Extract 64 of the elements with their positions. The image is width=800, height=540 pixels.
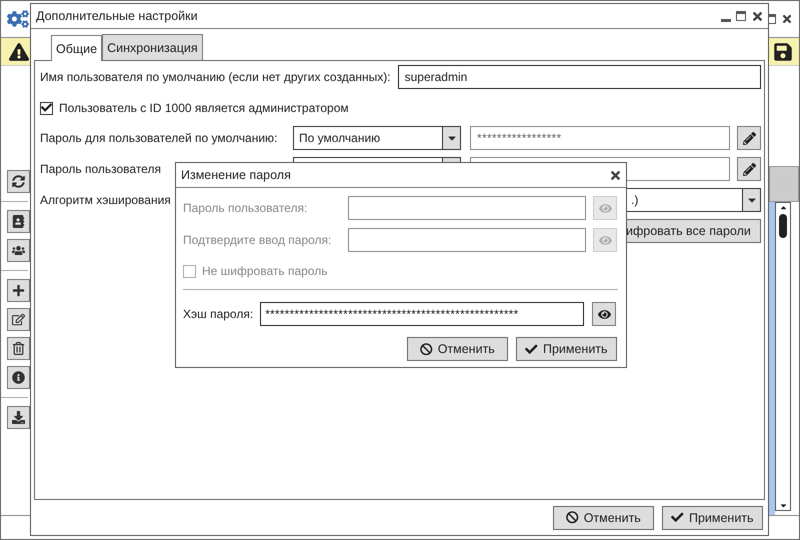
minimize-icon[interactable] (721, 18, 731, 22)
toolbar-button[interactable] (7, 210, 30, 233)
tab[interactable]: Общие (51, 35, 102, 61)
eye-icon (598, 202, 612, 214)
hash-field[interactable]: **************************************************** (260, 302, 584, 326)
pencil-icon (742, 132, 756, 144)
list-header (769, 166, 799, 202)
password-field[interactable]: ***************** (470, 126, 730, 150)
tab[interactable]: Синхронизация (102, 34, 203, 60)
close-icon[interactable] (609, 168, 622, 182)
close-icon[interactable] (781, 13, 793, 25)
download-icon (12, 411, 25, 424)
trash-icon (12, 342, 25, 355)
users-icon (12, 244, 25, 257)
field-label: Пароль пользователя (40, 162, 161, 176)
show-hash-button[interactable] (592, 302, 616, 326)
maximize-icon[interactable] (736, 11, 746, 21)
username-field[interactable]: superadmin (398, 65, 761, 89)
toolbar-button[interactable] (7, 366, 30, 389)
field-label: Имя пользователя по умолчанию (если нет других созданных): (40, 70, 391, 84)
check-icon (525, 342, 538, 356)
checkbox[interactable] (40, 102, 53, 114)
toolbar-button[interactable] (7, 279, 30, 302)
password-field[interactable] (348, 196, 586, 220)
gears-icon (7, 8, 29, 30)
dialog-title: Изменение пароля (181, 168, 291, 182)
toolbar-button[interactable] (7, 406, 30, 429)
refresh-icon (12, 175, 25, 188)
cancel-icon (566, 511, 579, 524)
cancel-button[interactable]: Отменить (553, 506, 654, 530)
plus-icon (12, 284, 25, 297)
save-icon[interactable] (773, 42, 793, 62)
scrollbar-thumb[interactable] (779, 214, 787, 238)
apply-button[interactable]: Применить (516, 337, 617, 361)
field-label: Подтвердите ввод пароля: (183, 233, 332, 247)
password-field[interactable] (348, 228, 586, 252)
password-mode-select[interactable]: По умолчанию (293, 126, 461, 150)
field-label: Пароль пользователя: (183, 201, 308, 215)
warning-icon (9, 42, 29, 62)
toolbar-button[interactable] (7, 308, 30, 331)
edit-button[interactable] (737, 126, 761, 150)
field-label: Алгоритм хэширования (40, 193, 171, 207)
field-label: Пароль для пользователей по умолчанию: (40, 131, 278, 145)
close-icon[interactable] (751, 10, 764, 22)
cancel-icon (420, 342, 433, 356)
field-label: Хэш пароля: (183, 307, 254, 321)
check-icon (671, 511, 684, 524)
apply-button[interactable]: Применить (662, 506, 763, 530)
cancel-button[interactable]: Отменить (407, 337, 508, 361)
scrollbar[interactable] (775, 202, 791, 511)
eye-icon (598, 308, 611, 320)
info-icon (12, 371, 25, 384)
hash-algorithm-select[interactable]: .) (625, 188, 761, 212)
edit-icon (12, 313, 25, 326)
dialog-title: Дополнительные настройки (36, 9, 198, 23)
pencil-icon (742, 162, 756, 176)
checkbox-label: Пользователь с ID 1000 является администратором (59, 101, 349, 115)
checkbox-label: Не шифровать пароль (202, 264, 328, 278)
toolbar-button[interactable] (7, 239, 30, 262)
toolbar-button[interactable] (7, 170, 30, 193)
toolbar-button[interactable] (7, 337, 30, 360)
contact-book-icon (12, 215, 25, 228)
edit-button[interactable] (737, 157, 761, 181)
eye-icon (598, 234, 612, 246)
